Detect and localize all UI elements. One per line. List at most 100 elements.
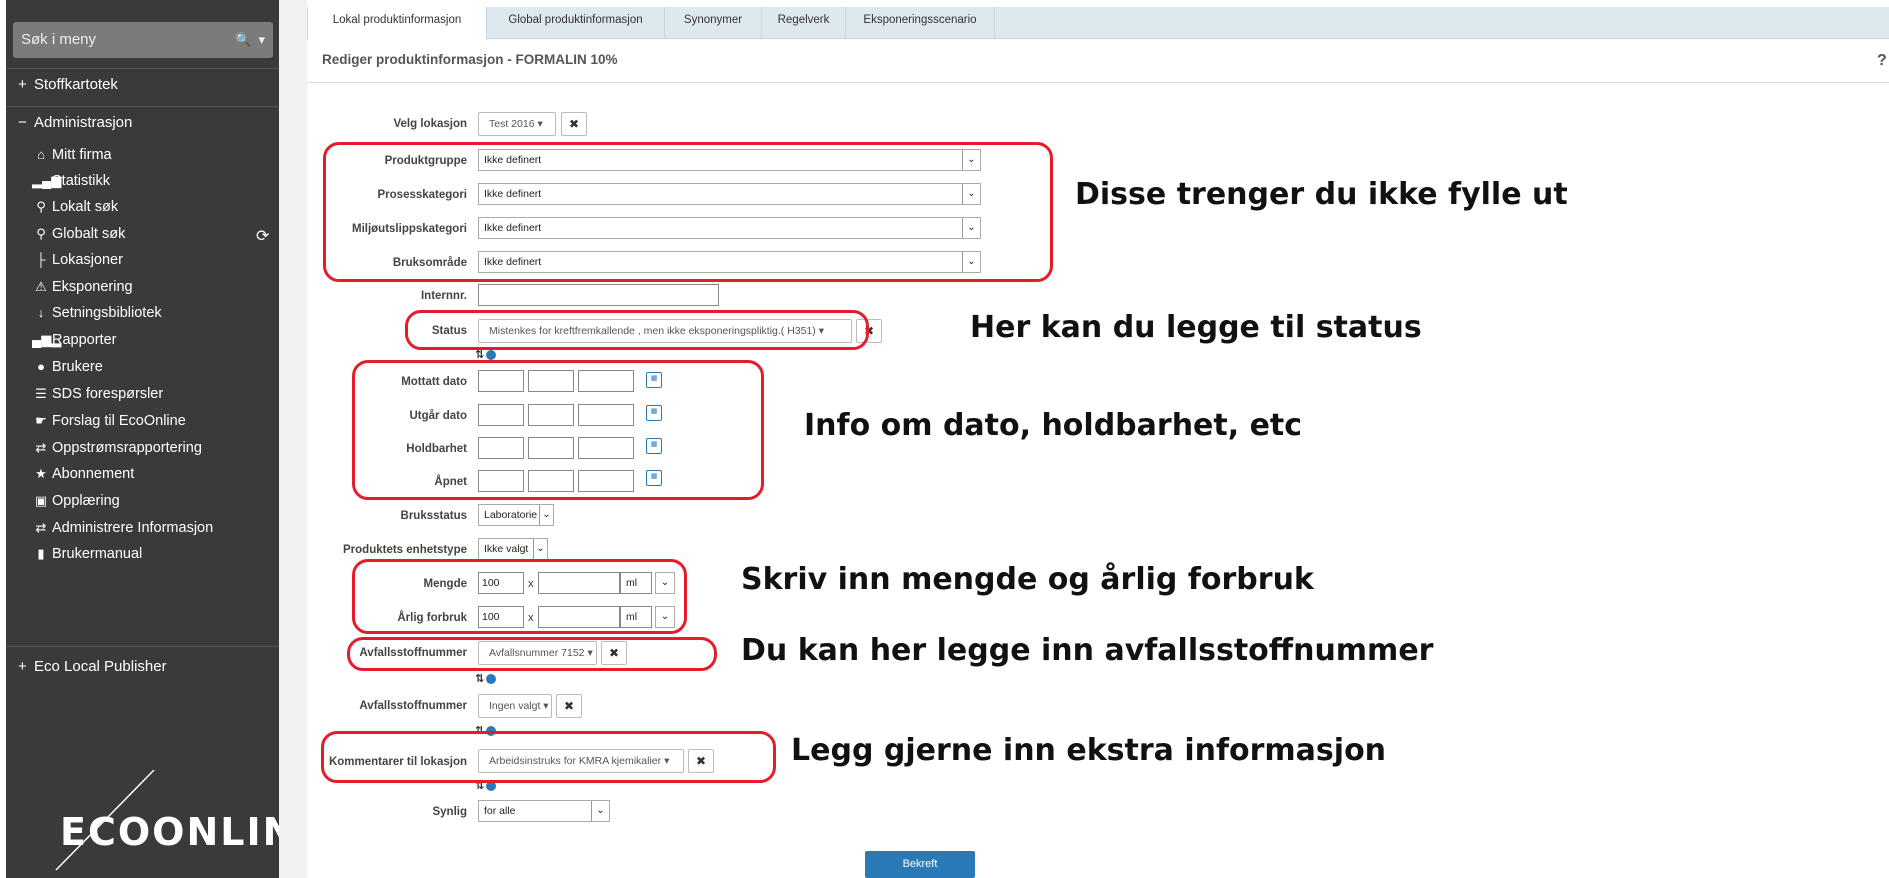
star-icon: ★ bbox=[35, 466, 47, 481]
sidebar-item-label: Brukermanual bbox=[52, 546, 143, 562]
help-icon[interactable]: ? bbox=[1877, 52, 1887, 70]
sidebar-item-oppstromsrapportering[interactable]: ⇄ Oppstrømsrapportering bbox=[32, 437, 202, 459]
add-icon bbox=[486, 674, 497, 685]
caret-down-icon: ▾ bbox=[537, 118, 543, 130]
home-icon: ⌂ bbox=[37, 147, 45, 162]
chevron-down-icon: ⌄ bbox=[591, 801, 609, 821]
sidebar-item-abonnement[interactable]: ★ Abonnement bbox=[32, 463, 134, 485]
list-icon: ☰ bbox=[35, 386, 47, 401]
plus-icon: + bbox=[18, 658, 27, 675]
main-content: Lokal produktinformasjon Global produkti… bbox=[307, 0, 1889, 878]
avfallsstoffnummer-label-2: Avfallsstoffnummer bbox=[359, 700, 467, 712]
sidebar-item-label: Lokalt søk bbox=[52, 199, 119, 215]
select-value: Ikke valgt bbox=[484, 543, 529, 555]
sidebar-section-label: Administrasjon bbox=[34, 114, 133, 131]
sidebar-item-rapporter[interactable]: ▄▆▂Rapporter bbox=[32, 329, 116, 351]
sidebar-item-brukermanual[interactable]: ▮ Brukermanual bbox=[32, 543, 142, 565]
sidebar-section-administrasjon[interactable]: − Administrasjon bbox=[18, 114, 132, 131]
avfallsstoffnummer-dropdown-2[interactable]: Ingen valgt ▾ bbox=[478, 694, 552, 718]
hand-point-icon: ☛ bbox=[35, 413, 47, 428]
chevron-down-icon: ⌄ bbox=[539, 505, 553, 525]
synlig-label: Synlig bbox=[432, 806, 467, 818]
avfall-value: Ingen valgt bbox=[489, 700, 541, 712]
lokasjon-dropdown[interactable]: Test 2016 ▾ bbox=[478, 112, 556, 136]
clear-avfall-button-2[interactable]: ✖ bbox=[556, 694, 582, 718]
sidebar-gap bbox=[279, 0, 307, 878]
plus-icon: + bbox=[18, 76, 27, 93]
sidebar-item-label: Abonnement bbox=[52, 466, 135, 482]
sidebar-item-label: Setningsbibliotek bbox=[52, 305, 162, 321]
divider bbox=[307, 82, 1889, 83]
enhetstype-select[interactable]: Ikke valgt ⌄ bbox=[478, 538, 548, 560]
sidebar-item-brukere[interactable]: ● Brukere bbox=[32, 356, 103, 378]
sidebar-item-administrere-informasjon[interactable]: ⇄ Administrere Informasjon bbox=[32, 517, 214, 539]
sidebar-item-forslag[interactable]: ☛ Forslag til EcoOnline bbox=[32, 410, 186, 432]
sidebar-item-label: Eksponering bbox=[52, 279, 133, 295]
sidebar-section-stoffkartotek[interactable]: + Stoffkartotek bbox=[18, 76, 118, 93]
signal-icon: ▂▄▆ bbox=[32, 173, 62, 188]
annotation-frame-status bbox=[405, 310, 869, 350]
annotation-note: Du kan her legge inn avfallsstoffnummer bbox=[741, 633, 1434, 668]
internnr-label: Internnr. bbox=[420, 290, 467, 302]
synlig-select[interactable]: for alle ⌄ bbox=[478, 800, 610, 822]
clear-lokasjon-button[interactable]: ✖ bbox=[561, 112, 587, 136]
annotation-note: Disse trenger du ikke fylle ut bbox=[1075, 177, 1568, 212]
sidebar-item-label: Globalt søk bbox=[52, 226, 126, 242]
tab-synonymer[interactable]: Synonymer bbox=[665, 7, 762, 39]
annotation-note: Legg gjerne inn ekstra informasjon bbox=[791, 733, 1387, 768]
sidebar-item-lokasjoner[interactable]: ├ Lokasjoner bbox=[32, 249, 123, 271]
sidebar-item-label: Opplæring bbox=[52, 493, 120, 509]
search-icon: ⚲ bbox=[36, 226, 46, 241]
sidebar-item-opplaering[interactable]: ▣ Opplæring bbox=[32, 490, 120, 512]
search-icon[interactable]: 🔍 ▾ bbox=[235, 22, 265, 58]
lokasjon-value: Test 2016 bbox=[489, 118, 535, 130]
book-icon: ▮ bbox=[37, 546, 45, 561]
tab-eksponeringsscenario[interactable]: Eksponeringsscenario bbox=[846, 7, 995, 39]
sidebar-item-label: Statistikk bbox=[52, 173, 111, 189]
divider bbox=[6, 106, 279, 107]
tab-global-produktinformasjon[interactable]: Global produktinformasjon bbox=[487, 7, 665, 39]
sidebar-item-label: Mitt firma bbox=[52, 147, 112, 163]
sidebar-item-label: Rapporter bbox=[52, 332, 117, 348]
sidebar-section-label: Eco Local Publisher bbox=[34, 658, 167, 675]
annotation-note: Info om dato, holdbarhet, etc bbox=[804, 408, 1303, 443]
tab-lokal-produktinformasjon[interactable]: Lokal produktinformasjon bbox=[307, 7, 487, 40]
bruksstatus-select[interactable]: Laboratorie ⌄ bbox=[478, 504, 554, 526]
sort-add-avfall[interactable]: ⇅ bbox=[475, 672, 497, 685]
sidebar-item-globalt-sok[interactable]: ⚲ Globalt søk bbox=[32, 223, 125, 245]
sidebar-item-mitt-firma[interactable]: ⌂ Mitt firma bbox=[32, 144, 112, 166]
menu-search-input[interactable]: Søk i meny 🔍 ▾ bbox=[13, 22, 273, 58]
select-value: Laboratorie bbox=[484, 509, 538, 521]
annotation-frame-groups bbox=[323, 142, 1053, 282]
sidebar-item-eksponering[interactable]: ⚠ Eksponering bbox=[32, 276, 133, 298]
caret-down-icon: ▾ bbox=[543, 700, 549, 712]
annotation-frame-kommentarer bbox=[321, 731, 776, 783]
sidebar-item-sds-foresporsler[interactable]: ☰ SDS forespørsler bbox=[32, 383, 163, 405]
add-icon bbox=[486, 350, 497, 361]
bekreft-button[interactable]: Bekreft bbox=[865, 851, 975, 878]
save-icon: ▣ bbox=[34, 493, 48, 508]
sidebar: Søk i meny 🔍 ▾ + Stoffkartotek − Administr… bbox=[6, 0, 322, 878]
bruksstatus-label: Bruksstatus bbox=[400, 510, 467, 522]
sidebar-section-eco-local-publisher[interactable]: + Eco Local Publisher bbox=[18, 658, 167, 675]
tab-bar: Lokal produktinformasjon Global produkti… bbox=[307, 7, 1889, 40]
sidebar-item-label: Forslag til EcoOnline bbox=[52, 413, 186, 429]
transfer-icon: ⇄ bbox=[35, 520, 47, 535]
refresh-icon[interactable]: ⟳ bbox=[256, 226, 269, 246]
sidebar-item-label: SDS forespørsler bbox=[52, 386, 164, 402]
user-icon: ● bbox=[37, 359, 45, 374]
tab-regelverk[interactable]: Regelverk bbox=[762, 7, 846, 39]
sidebar-item-setningsbibliotek[interactable]: ↓ Setningsbibliotek bbox=[32, 302, 162, 324]
warning-icon: ⚠ bbox=[35, 279, 47, 294]
sidebar-item-statistikk[interactable]: ▂▄▆Statistikk bbox=[32, 170, 110, 192]
enhetstype-label: Produktets enhetstype bbox=[343, 544, 467, 556]
close-icon: ✖ bbox=[568, 117, 580, 131]
internnr-input[interactable] bbox=[478, 284, 719, 306]
tree-icon: ├ bbox=[36, 252, 46, 267]
annotation-frame-avfall bbox=[347, 637, 717, 671]
bar-chart-icon: ▄▆▂ bbox=[32, 332, 62, 347]
sidebar-item-lokalt-sok[interactable]: ⚲ Lokalt søk bbox=[32, 196, 118, 218]
annotation-note: Skriv inn mengde og årlig forbruk bbox=[741, 562, 1314, 597]
chevron-down-icon: ⌄ bbox=[533, 539, 547, 559]
minus-icon: − bbox=[18, 114, 27, 131]
